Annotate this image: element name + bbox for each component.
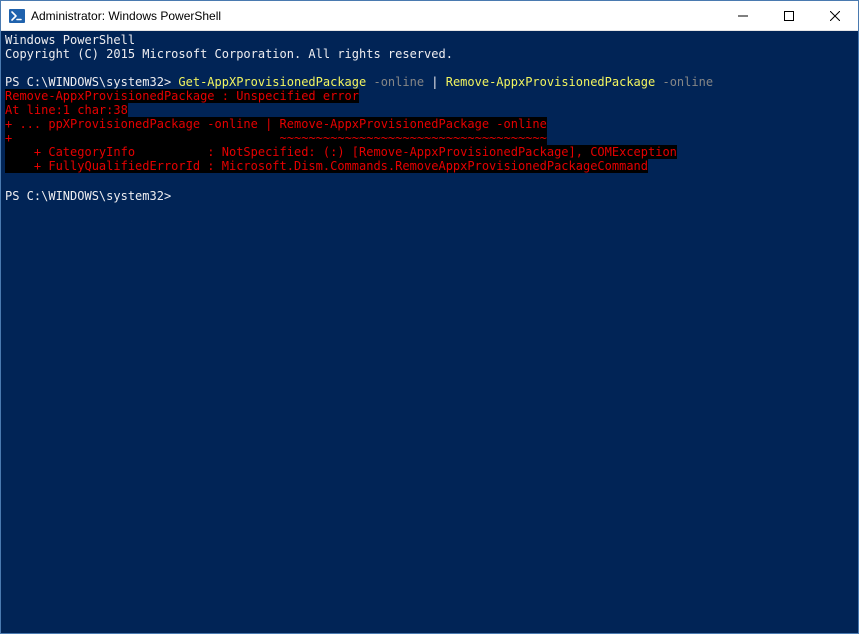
window-title: Administrator: Windows PowerShell	[31, 9, 720, 23]
error-line: + FullyQualifiedErrorId : Microsoft.Dism…	[5, 159, 854, 173]
close-button[interactable]	[812, 1, 858, 30]
error-line: Remove-AppxProvisionedPackage : Unspecif…	[5, 89, 854, 103]
minimize-button[interactable]	[720, 1, 766, 30]
maximize-button[interactable]	[766, 1, 812, 30]
error-line: At line:1 char:38	[5, 103, 854, 117]
blank-line	[5, 61, 854, 75]
minimize-icon	[738, 11, 748, 21]
powershell-icon	[9, 8, 25, 24]
banner-line: Windows PowerShell	[5, 33, 854, 47]
error-line: + ... ppXProvisionedPackage -online | Re…	[5, 117, 854, 131]
error-line: + ~~~~~~~~~~~~~~~~~~~~~~~~~~~~~~~~~~~~~	[5, 131, 854, 145]
prompt-line: PS C:\WINDOWS\system32>	[5, 187, 854, 203]
titlebar[interactable]: Administrator: Windows PowerShell	[1, 1, 858, 31]
error-line: + CategoryInfo : NotSpecified: (:) [Remo…	[5, 145, 854, 159]
window-frame: Administrator: Windows PowerShell Window…	[0, 0, 859, 634]
command-line: PS C:\WINDOWS\system32> Get-AppXProvisio…	[5, 75, 854, 89]
cursor	[178, 187, 185, 200]
banner-line: Copyright (C) 2015 Microsoft Corporation…	[5, 47, 854, 61]
blank-line	[5, 173, 854, 187]
window-controls	[720, 1, 858, 30]
maximize-icon	[784, 11, 794, 21]
terminal[interactable]: Windows PowerShellCopyright (C) 2015 Mic…	[1, 31, 858, 633]
close-icon	[830, 11, 840, 21]
